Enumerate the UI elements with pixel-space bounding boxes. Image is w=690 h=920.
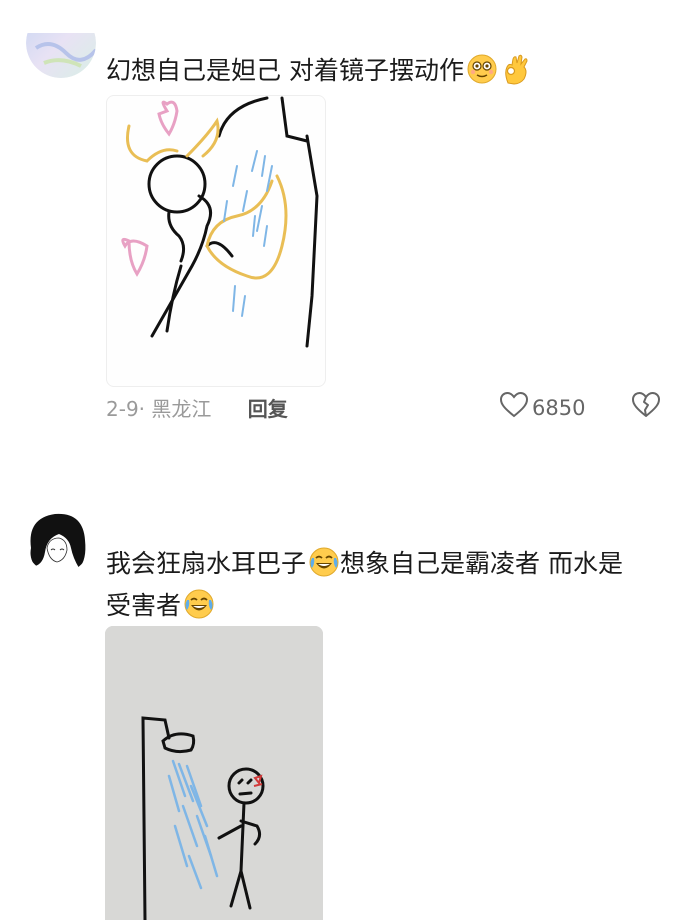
laugh-cry-emoji bbox=[183, 588, 215, 620]
dislike-button[interactable] bbox=[632, 392, 660, 422]
laugh-cry-emoji bbox=[308, 546, 340, 578]
comment-text-content: 幻想自己是妲己 对着镜子摆动作 bbox=[106, 56, 464, 85]
comment-text-part3: 受害者 bbox=[106, 591, 182, 620]
broken-heart-icon bbox=[632, 392, 660, 422]
flushed-smile-emoji bbox=[466, 53, 498, 85]
comment-meta: 2-9· 黑龙江 回复 bbox=[106, 397, 288, 421]
comment-image[interactable] bbox=[105, 626, 323, 920]
comment-text-part1: 我会狂扇水耳巴子 bbox=[106, 549, 307, 578]
comment-text: 我会狂扇水耳巴子 想象自己是霸凌者 而水是 受害者 bbox=[106, 543, 666, 627]
comment-text-part2: 想象自己是霸凌者 而水是 bbox=[340, 549, 623, 578]
comment-date: 2-9 bbox=[106, 397, 139, 421]
ok-hand-emoji bbox=[500, 53, 532, 85]
reply-button[interactable]: 回复 bbox=[248, 397, 288, 421]
avatar[interactable] bbox=[26, 33, 96, 78]
heart-icon bbox=[499, 391, 529, 423]
comment-text: 幻想自己是妲己 对着镜子摆动作 bbox=[106, 50, 666, 92]
like-button[interactable]: 6850 bbox=[499, 391, 586, 423]
like-count: 6850 bbox=[532, 395, 586, 420]
comment-location: 黑龙江 bbox=[151, 397, 212, 421]
comment-image[interactable] bbox=[106, 95, 326, 387]
avatar[interactable] bbox=[25, 508, 91, 574]
